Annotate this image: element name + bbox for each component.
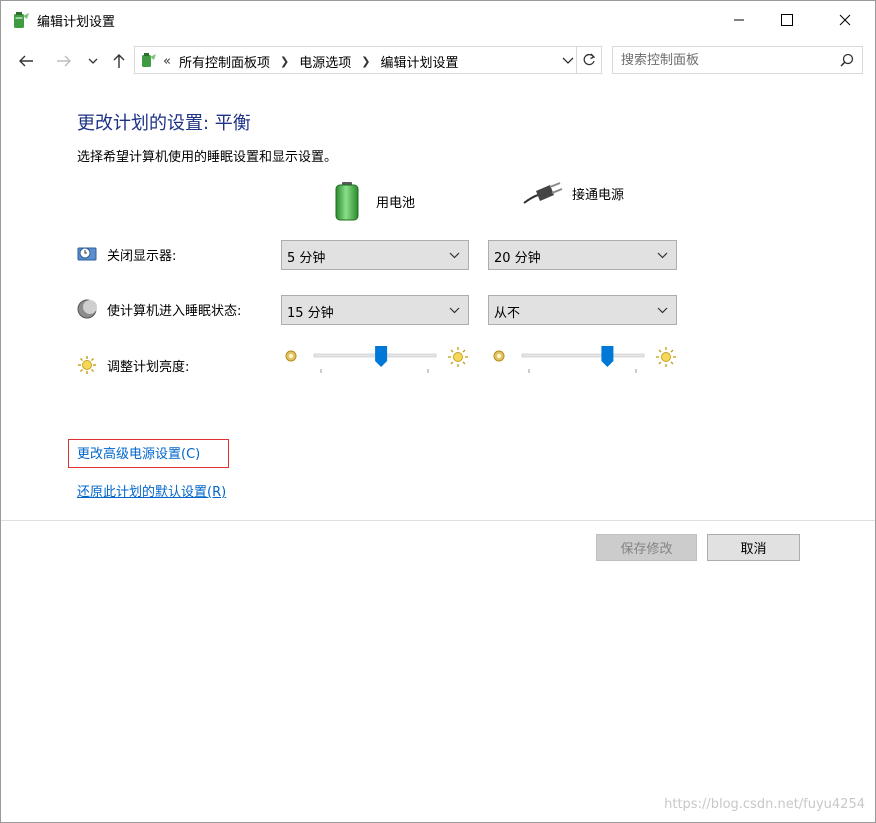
brightness-plugged-slider[interactable] (489, 343, 677, 377)
chevron-down-icon (88, 58, 98, 64)
cancel-button[interactable]: 取消 (707, 534, 800, 561)
breadcrumb-all-items[interactable]: 所有控制面板项 (179, 52, 270, 71)
chevron-down-icon (657, 252, 668, 259)
sun-brightness-icon (78, 356, 96, 374)
address-dropdown-icon[interactable] (561, 53, 575, 67)
brightness-battery-slider[interactable] (281, 343, 469, 377)
chevron-down-icon (657, 307, 668, 314)
sleep-battery-value: 15 分钟 (287, 306, 334, 321)
window: 编辑计划设置 « 所有控制面板项 ❯ 电源选项 ❯ 编辑计划设置 搜索控制面板 … (0, 0, 876, 823)
dim-sun-icon (493, 350, 505, 362)
brightness-setting-label: 调整计划亮度: (77, 355, 189, 375)
brightness-label-text: 调整计划亮度: (107, 359, 190, 375)
refresh-button[interactable] (576, 47, 601, 73)
advanced-power-settings-link[interactable]: 更改高级电源设置(C) (77, 443, 200, 462)
address-bar[interactable]: « 所有控制面板项 ❯ 电源选项 ❯ 编辑计划设置 (134, 46, 602, 74)
sleep-plugged-select[interactable]: 从不 (488, 295, 677, 325)
slider-thumb[interactable] (375, 346, 388, 367)
display-plugged-value: 20 分钟 (494, 251, 541, 266)
save-changes-button[interactable]: 保存修改 (596, 534, 697, 561)
bright-sun-icon (656, 347, 676, 367)
close-icon (839, 14, 851, 26)
restore-defaults-link[interactable]: 还原此计划的默认设置(R) (77, 481, 226, 500)
minimize-icon (734, 19, 744, 21)
dim-sun-icon (285, 350, 297, 362)
sleep-plugged-value: 从不 (494, 306, 521, 321)
chevron-down-icon (449, 307, 460, 314)
display-label-text: 关闭显示器: (107, 248, 177, 264)
slider-thumb[interactable] (601, 346, 614, 367)
back-button[interactable] (12, 47, 40, 75)
column-header-battery: 用电池 (334, 181, 415, 221)
display-battery-select[interactable]: 5 分钟 (281, 240, 469, 270)
refresh-icon (583, 53, 596, 66)
forward-arrow-icon (57, 55, 71, 67)
display-battery-value: 5 分钟 (287, 251, 326, 266)
breadcrumb-separator-icon[interactable]: ❯ (280, 55, 289, 68)
watermark: https://blog.csdn.net/fuyu4254 (664, 797, 865, 812)
battery-column-label: 用电池 (376, 195, 416, 211)
search-box[interactable] (612, 46, 863, 74)
divider (1, 520, 875, 521)
moon-sleep-icon (77, 299, 97, 319)
back-arrow-icon (19, 55, 33, 67)
up-arrow-icon (113, 54, 125, 68)
window-title: 编辑计划设置 (37, 15, 116, 30)
battery-icon (335, 182, 359, 221)
search-input[interactable] (621, 51, 821, 69)
breadcrumb: « 所有控制面板项 ❯ 电源选项 ❯ 编辑计划设置 (163, 52, 458, 71)
brightness-battery-slider-graphic (285, 346, 468, 373)
search-icon[interactable] (840, 53, 854, 67)
minimize-button[interactable] (716, 1, 762, 39)
breadcrumb-overflow[interactable]: « (163, 54, 171, 69)
page-description: 选择希望计算机使用的睡眠设置和显示设置。 (77, 150, 338, 165)
maximize-button[interactable] (764, 1, 810, 39)
chevron-down-icon (449, 252, 460, 259)
sleep-label-text: 使计算机进入睡眠状态: (107, 303, 242, 319)
control-panel-icon (142, 53, 156, 67)
bright-sun-icon (448, 347, 468, 367)
power-plug-icon (523, 182, 563, 204)
display-setting-label: 关闭显示器: (77, 244, 176, 264)
maximize-icon (781, 14, 793, 26)
close-button[interactable] (822, 1, 868, 39)
forward-button[interactable] (50, 47, 78, 75)
display-plugged-select[interactable]: 20 分钟 (488, 240, 677, 270)
up-button[interactable] (106, 47, 132, 75)
monitor-clock-icon (77, 247, 97, 261)
breadcrumb-separator-icon[interactable]: ❯ (361, 55, 370, 68)
column-header-plugged: 接通电源 (522, 181, 624, 205)
brightness-plugged-slider-graphic (493, 346, 676, 373)
sleep-battery-select[interactable]: 15 分钟 (281, 295, 469, 325)
breadcrumb-edit-plan[interactable]: 编辑计划设置 (380, 52, 458, 71)
sleep-setting-label: 使计算机进入睡眠状态: (77, 299, 241, 319)
recent-locations-button[interactable] (81, 47, 105, 75)
title-bar: 编辑计划设置 (1, 1, 875, 39)
power-options-icon (14, 12, 29, 28)
plugged-column-label: 接通电源 (572, 187, 625, 203)
breadcrumb-power-options[interactable]: 电源选项 (299, 52, 351, 71)
page-title: 更改计划的设置: 平衡 (77, 113, 251, 134)
